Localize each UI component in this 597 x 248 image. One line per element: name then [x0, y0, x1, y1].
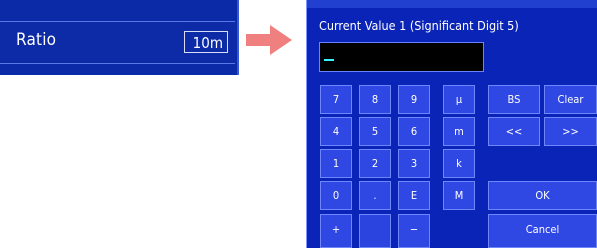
key-kilo[interactable]: k	[443, 149, 475, 178]
dialog-title-strip	[306, 0, 597, 8]
ratio-value-field[interactable]: 10m	[184, 31, 228, 53]
key-blank	[359, 214, 391, 248]
key-2[interactable]: 2	[359, 149, 391, 178]
numeric-input-dialog: Current Value 1 (Significant Digit 5) 7 …	[306, 0, 597, 248]
key-decimal-point[interactable]: .	[359, 181, 391, 210]
dialog-border	[306, 0, 307, 248]
key-1[interactable]: 1	[320, 149, 352, 178]
key-3[interactable]: 3	[398, 149, 430, 178]
key-4[interactable]: 4	[320, 117, 352, 146]
key-exponent[interactable]: E	[398, 181, 430, 210]
ok-button[interactable]: OK	[488, 181, 597, 210]
key-0[interactable]: 0	[320, 181, 352, 210]
key-milli[interactable]: m	[443, 117, 475, 146]
backspace-button[interactable]: BS	[488, 85, 540, 114]
input-prompt: Current Value 1 (Significant Digit 5)	[319, 18, 519, 33]
ratio-label: Ratio	[16, 30, 57, 50]
clear-button[interactable]: Clear	[544, 85, 597, 114]
cancel-button[interactable]: Cancel	[488, 214, 597, 248]
key-8[interactable]: 8	[359, 85, 391, 114]
key-plus[interactable]: +	[320, 214, 352, 248]
key-9[interactable]: 9	[398, 85, 430, 114]
text-cursor	[324, 59, 334, 61]
key-micro[interactable]: μ	[443, 85, 475, 114]
ratio-setting-row[interactable]: Ratio 10m	[0, 21, 235, 64]
cursor-right-button[interactable]: >>	[544, 117, 597, 146]
arrow-right-icon	[246, 25, 292, 55]
key-5[interactable]: 5	[359, 117, 391, 146]
key-7[interactable]: 7	[320, 85, 352, 114]
value-input-field[interactable]	[319, 42, 484, 72]
ratio-panel: Ratio 10m	[0, 0, 239, 75]
key-mega[interactable]: M	[443, 181, 475, 210]
cursor-left-button[interactable]: <<	[488, 117, 540, 146]
key-minus[interactable]: −	[398, 214, 430, 248]
key-6[interactable]: 6	[398, 117, 430, 146]
